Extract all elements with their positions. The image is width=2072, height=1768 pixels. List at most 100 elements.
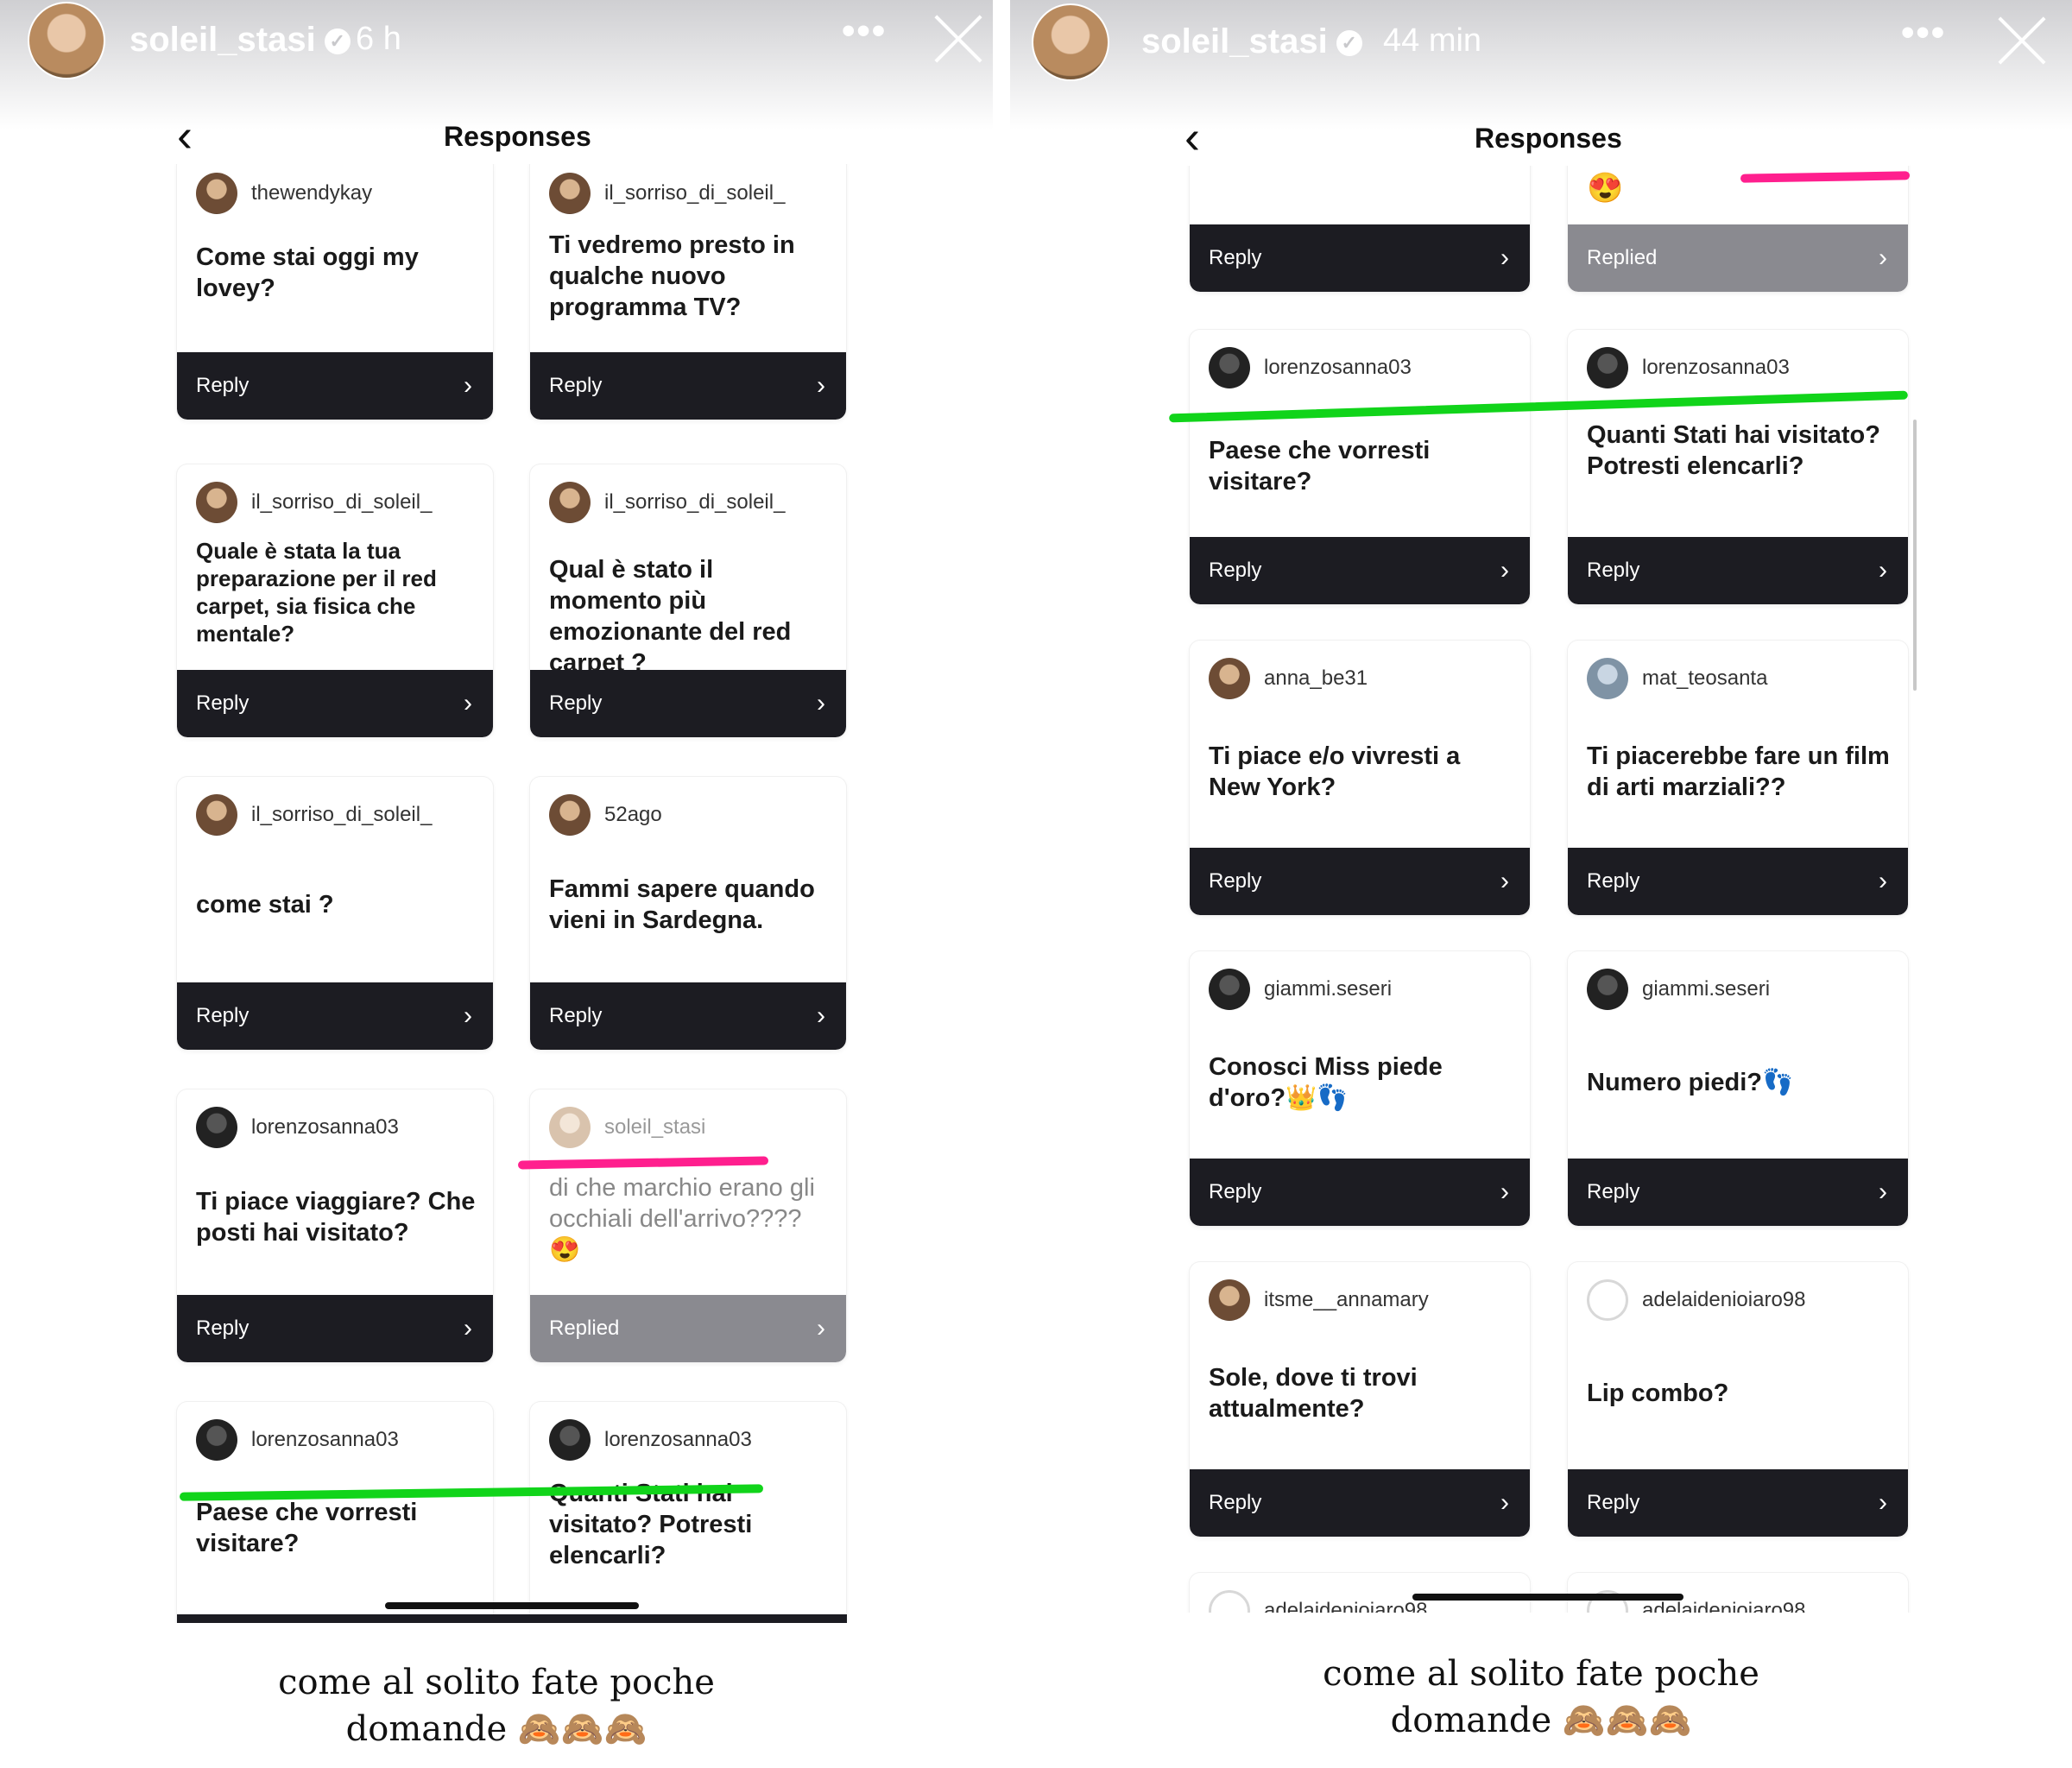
response-card: il_sorriso_di_soleil_ Qual è stato il mo… bbox=[530, 464, 846, 737]
reply-button[interactable]: Reply › bbox=[530, 352, 846, 420]
button-label: Reply bbox=[1587, 1491, 1640, 1514]
question-text: Lip combo? bbox=[1587, 1380, 1729, 1407]
avatar bbox=[549, 482, 591, 523]
reply-button[interactable]: Reply › bbox=[1190, 224, 1530, 292]
response-card: 52ago Fammi sapere quando vieni in Sarde… bbox=[530, 777, 846, 1050]
caption-line: come al solito fate poche bbox=[278, 1663, 715, 1702]
next-row-edge bbox=[177, 1614, 847, 1623]
back-arrow-icon[interactable]: ‹ bbox=[1184, 114, 1200, 161]
avatar bbox=[1209, 1279, 1250, 1321]
reply-button[interactable]: Reply › bbox=[177, 670, 493, 737]
home-indicator bbox=[385, 1602, 639, 1609]
chevron-right-icon: › bbox=[464, 1314, 472, 1342]
button-label: Reply bbox=[196, 691, 250, 715]
chevron-right-icon: › bbox=[1879, 1178, 1887, 1206]
story-username[interactable]: soleil_stasi ✓ bbox=[130, 21, 351, 60]
chevron-right-icon: › bbox=[464, 371, 472, 400]
response-card: soleil_stasi di che marchio erano gli oc… bbox=[530, 1089, 846, 1362]
card-username: il_sorriso_di_soleil_ bbox=[604, 490, 786, 514]
story-panel-right: soleil_stasi ✓ 44 min ••• ‹ Responses Rep… bbox=[1010, 0, 2072, 1768]
card-username: il_sorriso_di_soleil_ bbox=[251, 803, 433, 826]
close-icon[interactable] bbox=[932, 12, 984, 64]
more-options-icon[interactable]: ••• bbox=[842, 12, 887, 50]
reply-button[interactable]: Reply › bbox=[177, 352, 493, 420]
question-text: Qual è stato il momento più emozionante … bbox=[549, 556, 792, 677]
avatar bbox=[196, 1419, 237, 1461]
more-options-icon[interactable]: ••• bbox=[1901, 14, 1946, 52]
reply-button[interactable]: Reply › bbox=[1568, 537, 1908, 604]
story-caption: come al solito fate poche domande 🙈🙈🙈 bbox=[0, 1659, 993, 1752]
card-username: thewendykay bbox=[251, 181, 373, 205]
button-label: Reply bbox=[549, 1004, 603, 1027]
card-username: il_sorriso_di_soleil_ bbox=[604, 181, 786, 205]
chevron-right-icon: › bbox=[1879, 867, 1887, 895]
avatar bbox=[1209, 969, 1250, 1010]
card-username: lorenzosanna03 bbox=[604, 1428, 752, 1451]
reply-button[interactable]: Reply › bbox=[177, 982, 493, 1050]
chevron-right-icon: › bbox=[1500, 1488, 1509, 1517]
chevron-right-icon: › bbox=[1879, 556, 1887, 584]
response-card: itsme__annamary Sole, dove ti trovi attu… bbox=[1190, 1262, 1530, 1537]
response-card: giammi.seseri Numero piedi?👣 Reply › bbox=[1568, 951, 1908, 1226]
reply-button[interactable]: Reply › bbox=[177, 1295, 493, 1362]
card-username: il_sorriso_di_soleil_ bbox=[251, 490, 433, 514]
reply-button[interactable]: Reply › bbox=[1190, 848, 1530, 915]
story-avatar[interactable] bbox=[28, 2, 105, 79]
card-username: soleil_stasi bbox=[604, 1115, 706, 1139]
question-text: Ti vedremo presto in qualche nuovo progr… bbox=[549, 231, 795, 321]
avatar bbox=[196, 794, 237, 836]
chevron-right-icon: › bbox=[817, 1001, 825, 1030]
caption-line: domande 🙈🙈🙈 bbox=[1390, 1701, 1692, 1740]
reply-button[interactable]: Reply › bbox=[530, 982, 846, 1050]
button-label: Reply bbox=[1209, 869, 1262, 893]
emoji: 😍 bbox=[1587, 172, 1624, 205]
avatar bbox=[1209, 347, 1250, 388]
replied-button[interactable]: Replied › bbox=[1568, 224, 1908, 292]
question-text: Sole, dove ti trovi attualmente? bbox=[1209, 1364, 1418, 1423]
response-card: anna_be31 Ti piace e/o vivresti a New Yo… bbox=[1190, 641, 1530, 915]
response-card: adelaidenioiaro98 Lip combo? Reply › bbox=[1568, 1262, 1908, 1537]
button-label: Reply bbox=[1209, 246, 1262, 269]
question-text: Quanti Stati hai visitato? Potresti elen… bbox=[1587, 421, 1880, 480]
button-label: Replied bbox=[1587, 246, 1658, 269]
reply-button[interactable]: Reply › bbox=[1568, 1159, 1908, 1226]
response-card: 😍 Replied › bbox=[1568, 166, 1908, 292]
question-text: Fammi sapere quando vieni in Sardegna. bbox=[549, 875, 815, 934]
chevron-right-icon: › bbox=[1500, 556, 1509, 584]
avatar bbox=[549, 1107, 591, 1148]
story-username[interactable]: soleil_stasi ✓ bbox=[1141, 22, 1362, 61]
card-username: itsme__annamary bbox=[1264, 1288, 1429, 1311]
caption-line: come al solito fate poche bbox=[1323, 1654, 1759, 1694]
username-text: soleil_stasi bbox=[1141, 22, 1328, 60]
button-label: Reply bbox=[549, 374, 603, 397]
reply-button[interactable]: Reply › bbox=[1568, 848, 1908, 915]
button-label: Reply bbox=[1209, 559, 1262, 582]
button-label: Reply bbox=[196, 374, 250, 397]
chevron-right-icon: › bbox=[1879, 243, 1887, 272]
reply-button[interactable]: Reply › bbox=[1190, 1469, 1530, 1537]
reply-button[interactable]: Reply › bbox=[1190, 537, 1530, 604]
chevron-right-icon: › bbox=[1500, 243, 1509, 272]
close-icon[interactable] bbox=[1996, 14, 2048, 66]
response-card: il_sorriso_di_soleil_ Quale è stata la t… bbox=[177, 464, 493, 737]
response-card: il_sorriso_di_soleil_ come stai ? Reply › bbox=[177, 777, 493, 1050]
back-arrow-icon[interactable]: ‹ bbox=[177, 112, 193, 159]
replied-button[interactable]: Replied › bbox=[530, 1295, 846, 1362]
avatar bbox=[549, 173, 591, 214]
scrollbar[interactable] bbox=[1913, 420, 1917, 691]
card-username: adelaidenioiaro98 bbox=[1642, 1599, 1806, 1613]
reply-button[interactable]: Reply › bbox=[530, 670, 846, 737]
response-card: lorenzosanna03 Ti piace viaggiare? Che p… bbox=[177, 1089, 493, 1362]
chevron-right-icon: › bbox=[817, 1314, 825, 1342]
question-text: Ti piace viaggiare? Che posti hai visita… bbox=[196, 1188, 476, 1247]
story-avatar[interactable] bbox=[1032, 3, 1109, 81]
reply-button[interactable]: Reply › bbox=[1568, 1469, 1908, 1537]
reply-button[interactable]: Reply › bbox=[1190, 1159, 1530, 1226]
card-username: adelaidenioiaro98 bbox=[1264, 1599, 1428, 1613]
story-time: 6 h bbox=[356, 21, 401, 57]
story-panel-left: soleil_stasi ✓ 6 h ••• ‹ Responses thewen… bbox=[0, 0, 993, 1768]
story-caption: come al solito fate poche domande 🙈🙈🙈 bbox=[1010, 1651, 2072, 1744]
avatar bbox=[1587, 969, 1628, 1010]
verified-badge-icon: ✓ bbox=[1336, 30, 1362, 57]
card-username: mat_teosanta bbox=[1642, 666, 1768, 690]
